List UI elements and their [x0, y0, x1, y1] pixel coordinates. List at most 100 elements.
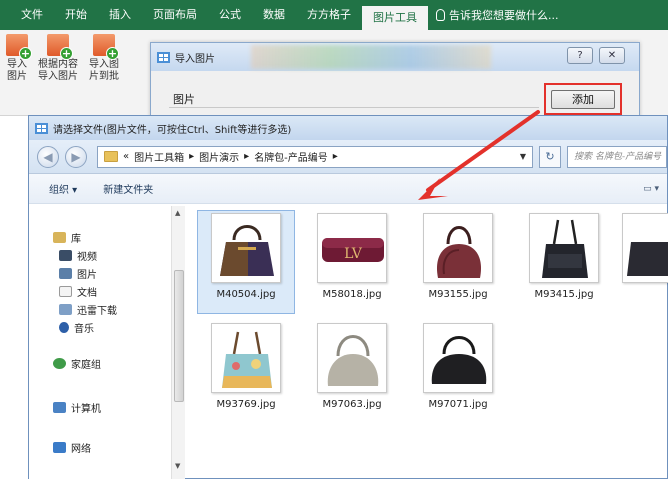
lightbulb-icon — [436, 9, 445, 21]
import-picture-label-1: 导入 — [7, 59, 27, 70]
scroll-down-icon[interactable]: ▼ — [175, 462, 180, 470]
address-dropdown-icon[interactable]: ▼ — [520, 152, 532, 161]
file-item[interactable]: M93155.jpg — [409, 210, 507, 314]
sidebar-item-label: 网络 — [71, 444, 91, 455]
tab-page-layout[interactable]: 页面布局 — [142, 0, 208, 30]
picture-field-underline — [169, 107, 539, 108]
sidebar-item-label: 库 — [71, 234, 81, 245]
file-thumb-frame: M40504.jpg — [197, 210, 295, 314]
sidebar-item-label: 文档 — [77, 288, 97, 299]
file-name: M97071.jpg — [428, 399, 488, 410]
refresh-button[interactable]: ↻ — [539, 145, 561, 168]
excel-app-icon — [157, 51, 170, 63]
tab-home[interactable]: 开始 — [54, 0, 98, 30]
library-icon — [53, 232, 66, 243]
tab-fangfang-gezi[interactable]: 方方格子 — [296, 0, 362, 30]
new-folder-button[interactable]: 新建文件夹 — [103, 181, 153, 196]
tab-formulas[interactable]: 公式 — [208, 0, 252, 30]
forward-button[interactable]: ▶ — [65, 145, 87, 168]
file-dialog-titlebar: 请选择文件(图片文件，可按住Ctrl、Shift等进行多选) — [29, 116, 667, 140]
sidebar-item-documents[interactable]: 文档 — [59, 284, 97, 299]
import-picture-button[interactable]: + 导入 图片 — [6, 34, 32, 83]
file-item[interactable]: M93415.jpg — [515, 210, 613, 314]
forward-arrow-icon: ▶ — [71, 149, 81, 164]
add-button-highlight: 添加 — [544, 83, 622, 115]
file-thumb-frame: M93155.jpg — [409, 210, 507, 314]
import-dialog-close-button[interactable]: ✕ — [599, 47, 625, 64]
file-item[interactable]: LV M58018.jpg — [303, 210, 401, 314]
file-item[interactable]: M97063.jpg — [303, 320, 401, 424]
bag-thumbnail — [317, 323, 387, 393]
sidebar-item-label: 迅雷下载 — [77, 306, 117, 317]
file-name: M40504.jpg — [216, 289, 276, 300]
bag-image — [627, 242, 668, 276]
svg-text:LV: LV — [344, 246, 363, 262]
sidebar-item-label: 音乐 — [74, 324, 94, 335]
thunder-download-icon — [59, 304, 72, 315]
music-icon — [59, 322, 69, 333]
sidebar-item-libraries[interactable]: 库 — [53, 230, 81, 245]
import-picture-icon: + — [6, 34, 32, 60]
navigation-bar: ◀ ▶ « 图片工具箱 ▸ 图片演示 ▸ 名牌包-产品编号 ▸ ▼ ↻ 搜索 名… — [29, 140, 667, 174]
network-icon — [53, 442, 66, 453]
file-thumb-frame: M97071.jpg — [409, 320, 507, 424]
breadcrumb-separator-icon: ▸ — [189, 151, 195, 162]
file-item[interactable]: M93769.jpg — [197, 320, 295, 424]
sidebar-item-pictures[interactable]: 图片 — [59, 266, 97, 281]
tell-me-text: 告诉我您想要做什么... — [449, 9, 559, 22]
documents-icon — [59, 286, 72, 297]
import-to-comment-icon: + — [93, 34, 119, 60]
file-item-partial[interactable] — [621, 210, 668, 314]
tell-me-box[interactable]: 告诉我您想要做什么... — [428, 7, 559, 23]
file-item[interactable]: M97071.jpg — [409, 320, 507, 424]
back-button[interactable]: ◀ — [37, 145, 59, 168]
sidebar-item-thunder-download[interactable]: 迅雷下载 — [59, 302, 117, 317]
tab-picture-tools[interactable]: 图片工具 — [362, 6, 428, 30]
import-to-comment-label-1: 导入图 — [89, 59, 119, 70]
tab-file[interactable]: 文件 — [10, 0, 54, 30]
breadcrumb-item-brand-bags[interactable]: 名牌包-产品编号 — [254, 149, 328, 164]
address-bar[interactable]: « 图片工具箱 ▸ 图片演示 ▸ 名牌包-产品编号 ▸ ▼ — [97, 145, 533, 168]
video-icon — [59, 250, 72, 261]
sidebar-item-computer[interactable]: 计算机 — [53, 400, 101, 415]
file-dialog-toolbar: 组织 ▾ 新建文件夹 ▭ ▾ — [29, 174, 667, 204]
search-input[interactable]: 搜索 名牌包-产品编号 — [567, 145, 667, 168]
organize-button[interactable]: 组织 ▾ — [49, 181, 77, 196]
breadcrumb-overflow[interactable]: « — [123, 151, 129, 162]
sidebar-item-music[interactable]: 音乐 — [59, 320, 94, 335]
sidebar-item-network[interactable]: 网络 — [53, 440, 91, 455]
excel-app-icon — [35, 122, 48, 134]
bag-image — [436, 226, 482, 278]
sidebar-item-homegroup[interactable]: 家庭组 — [53, 356, 101, 371]
breadcrumb-item-picture-toolbox[interactable]: 图片工具箱 — [134, 149, 184, 164]
bag-thumbnail — [211, 213, 281, 283]
tab-insert[interactable]: 插入 — [98, 0, 142, 30]
scroll-up-icon[interactable]: ▲ — [175, 209, 180, 217]
import-by-content-button[interactable]: + 根据内容 导入图片 — [38, 34, 78, 83]
breadcrumb-item-picture-demo[interactable]: 图片演示 — [199, 149, 239, 164]
bag-thumbnail — [423, 323, 493, 393]
bag-image — [327, 335, 379, 386]
scrollbar-thumb[interactable] — [174, 270, 184, 402]
refresh-icon: ↻ — [545, 149, 555, 163]
sidebar-scrollbar[interactable]: ▲ ▼ — [171, 206, 185, 479]
view-options-icon[interactable]: ▭ ▾ — [643, 184, 659, 194]
sidebar-item-label: 图片 — [77, 270, 97, 281]
import-by-content-label-1: 根据内容 — [38, 59, 78, 70]
help-button[interactable]: ? — [567, 47, 593, 64]
folder-icon — [104, 151, 118, 162]
file-name: M58018.jpg — [322, 289, 382, 300]
bag-image — [222, 331, 272, 388]
file-dialog-title: 请选择文件(图片文件，可按住Ctrl、Shift等进行多选) — [53, 124, 292, 136]
file-thumb-frame: LV M58018.jpg — [303, 210, 401, 314]
back-arrow-icon: ◀ — [43, 149, 53, 164]
bag-thumbnail — [529, 213, 599, 283]
add-button[interactable]: 添加 — [551, 90, 615, 109]
file-name: M97063.jpg — [322, 399, 382, 410]
bag-image — [431, 336, 487, 384]
file-item[interactable]: M40504.jpg — [197, 210, 295, 314]
import-to-comment-button[interactable]: + 导入图 片到批 — [89, 34, 119, 83]
sidebar-item-videos[interactable]: 视频 — [59, 248, 97, 263]
import-dialog-title: 导入图片 — [175, 53, 215, 65]
tab-data[interactable]: 数据 — [252, 0, 296, 30]
